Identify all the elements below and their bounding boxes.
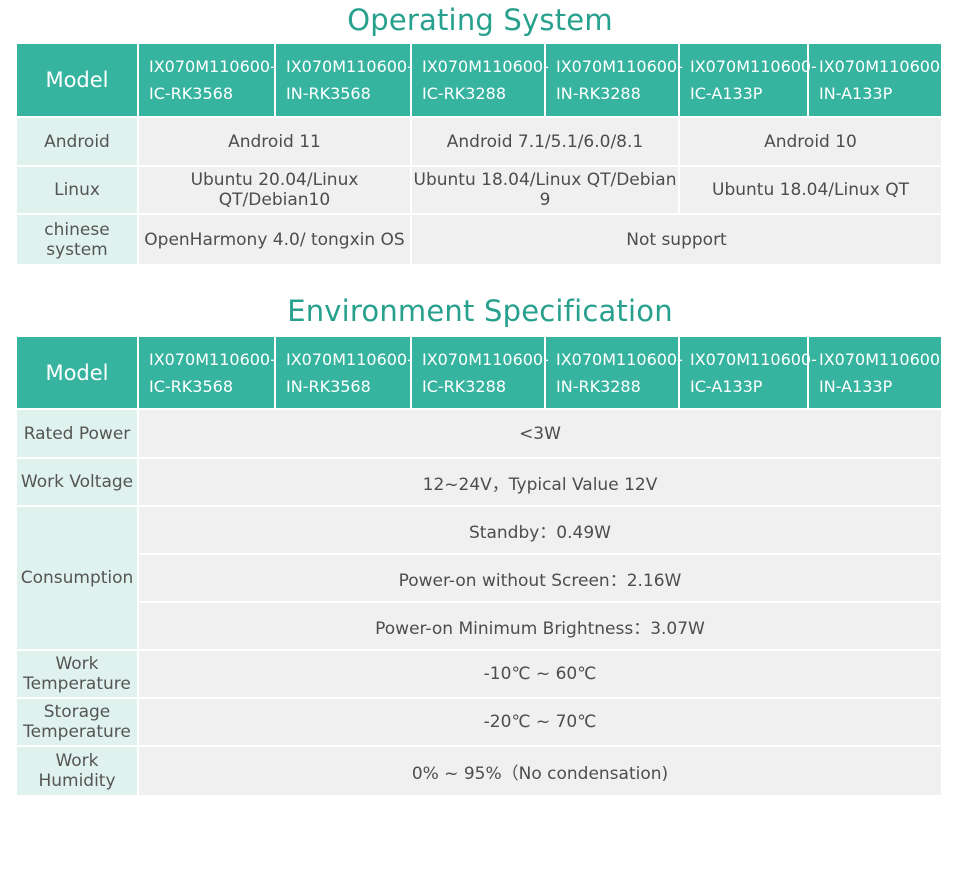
env-row-work-voltage: Work Voltage 12~24V，Typical Value 12V bbox=[17, 459, 941, 507]
linux-rk3568-value: Ubuntu 20.04/Linux QT/Debian10 bbox=[139, 167, 412, 215]
os-header-row: Model IX070M110600- IC-RK3568 IX070M11060… bbox=[17, 44, 946, 118]
row-label-rated-power: Rated Power bbox=[17, 410, 139, 459]
linux-rk3288-value: Ubuntu 18.04/Linux QT/Debian 9 bbox=[412, 167, 680, 215]
env-row-consumption-min-brightness: Power-on Minimum Brightness：3.07W bbox=[17, 603, 941, 651]
work-humidity-value: 0% ~ 95%（No condensation) bbox=[139, 747, 941, 795]
env-model-header-label: Model bbox=[17, 337, 139, 410]
env-model-header-ic-rk3288: IX070M110600- IC-RK3288 bbox=[412, 337, 549, 410]
android-rk3568-value: Android 11 bbox=[139, 118, 412, 167]
row-label-work-humidity: Work Humidity bbox=[17, 747, 139, 795]
os-spec-table: Model IX070M110600- IC-RK3568 IX070M11060… bbox=[17, 44, 946, 264]
android-a133p-value: Android 10 bbox=[680, 118, 941, 167]
model-header-in-rk3568: IX070M110600- IN-RK3568 bbox=[276, 44, 413, 118]
env-row-consumption-no-screen: Power-on without Screen：2.16W bbox=[17, 555, 941, 603]
model-header-ic-a133p: IX070M110600- IC-A133P bbox=[680, 44, 817, 118]
model-header-in-a133p: IX070M110600- IN-A133P bbox=[809, 44, 946, 118]
env-header-row: Model IX070M110600- IC-RK3568 IX070M11060… bbox=[17, 337, 946, 410]
consumption-standby-value: Standby：0.49W bbox=[139, 507, 941, 555]
work-voltage-value: 12~24V，Typical Value 12V bbox=[139, 459, 941, 507]
model-header-ic-rk3568: IX070M110600- IC-RK3568 bbox=[139, 44, 276, 118]
model-header-label: Model bbox=[17, 44, 139, 118]
rated-power-value: <3W bbox=[139, 410, 941, 459]
chinese-rk3568-value: OpenHarmony 4.0/ tongxin OS bbox=[139, 215, 412, 264]
storage-temperature-value: -20℃ ~ 70℃ bbox=[139, 699, 941, 747]
env-spec-table: Model IX070M110600- IC-RK3568 IX070M11060… bbox=[17, 337, 946, 795]
row-label-android: Android bbox=[17, 118, 139, 167]
chinese-others-value: Not support bbox=[412, 215, 941, 264]
env-row-storage-temperature: Storage Temperature -20℃ ~ 70℃ bbox=[17, 699, 941, 747]
env-row-rated-power: Rated Power <3W bbox=[17, 410, 941, 459]
env-model-header-ic-a133p: IX070M110600- IC-A133P bbox=[680, 337, 817, 410]
model-header-ic-rk3288: IX070M110600- IC-RK3288 bbox=[412, 44, 549, 118]
os-row-android: Android Android 11 Android 7.1/5.1/6.0/8… bbox=[17, 118, 941, 167]
env-row-work-humidity: Work Humidity 0% ~ 95%（No condensation) bbox=[17, 747, 941, 795]
linux-a133p-value: Ubuntu 18.04/Linux QT bbox=[680, 167, 941, 215]
env-model-header-in-rk3568: IX070M110600- IN-RK3568 bbox=[276, 337, 413, 410]
android-rk3288-value: Android 7.1/5.1/6.0/8.1 bbox=[412, 118, 680, 167]
env-model-header-in-a133p: IX070M110600- IN-A133P bbox=[809, 337, 946, 410]
env-model-header-ic-rk3568: IX070M110600- IC-RK3568 bbox=[139, 337, 276, 410]
os-row-chinese-system: chinese system OpenHarmony 4.0/ tongxin O… bbox=[17, 215, 941, 264]
env-section-title: Environment Specification bbox=[287, 294, 673, 328]
model-header-in-rk3288: IX070M110600- IN-RK3288 bbox=[546, 44, 683, 118]
env-model-header-in-rk3288: IX070M110600- IN-RK3288 bbox=[546, 337, 683, 410]
os-row-linux: Linux Ubuntu 20.04/Linux QT/Debian10 Ubu… bbox=[17, 167, 941, 215]
row-label-work-voltage: Work Voltage bbox=[17, 459, 139, 507]
row-label-work-temperature: Work Temperature bbox=[17, 651, 139, 699]
env-row-work-temperature: Work Temperature -10℃ ~ 60℃ bbox=[17, 651, 941, 699]
consumption-no-screen-value: Power-on without Screen：2.16W bbox=[139, 555, 941, 603]
consumption-min-brightness-value: Power-on Minimum Brightness：3.07W bbox=[139, 603, 941, 651]
row-label-chinese-system: chinese system bbox=[17, 215, 139, 264]
work-temperature-value: -10℃ ~ 60℃ bbox=[139, 651, 941, 699]
env-row-consumption-standby: Consumption Standby：0.49W bbox=[17, 507, 941, 651]
row-label-consumption: Consumption bbox=[17, 507, 139, 651]
row-label-linux: Linux bbox=[17, 167, 139, 215]
os-section-title: Operating System bbox=[347, 3, 613, 37]
row-label-storage-temperature: Storage Temperature bbox=[17, 699, 139, 747]
